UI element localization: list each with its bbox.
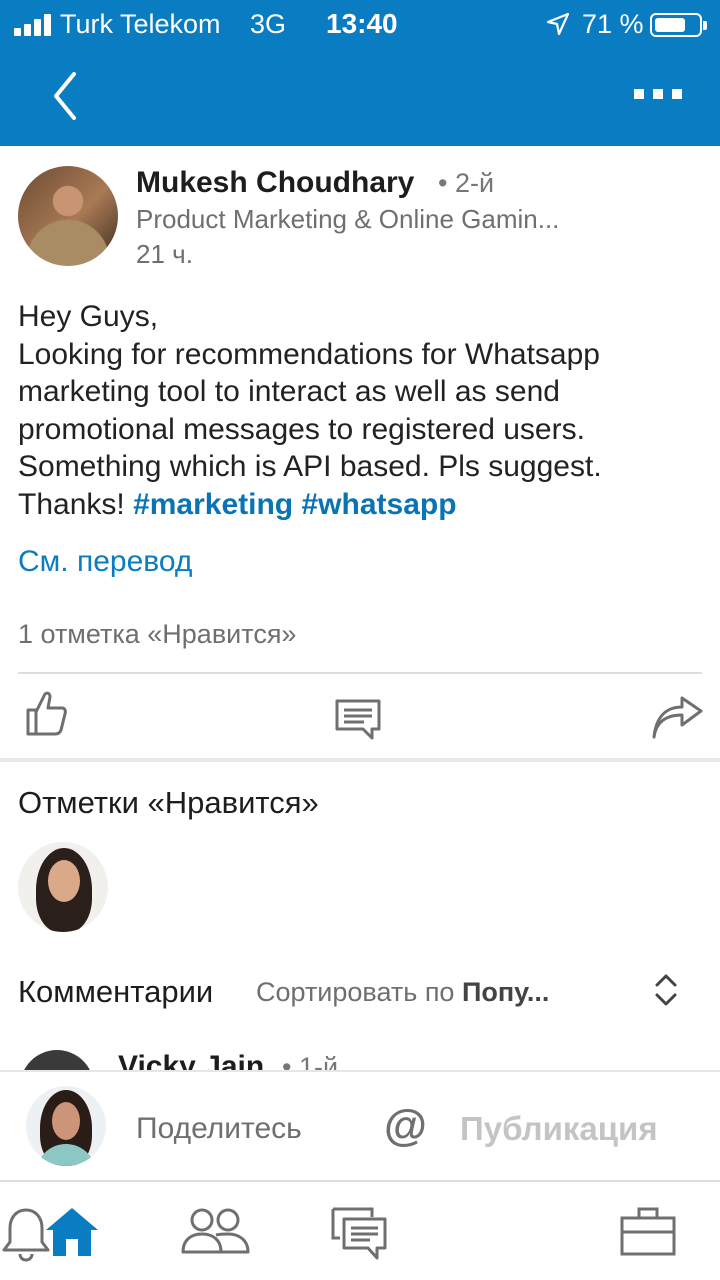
post-line: Looking for recommendations for Whatsapp — [18, 337, 600, 371]
clock: 13:40 — [326, 8, 398, 39]
commenter-name[interactable]: Vicky Jain — [118, 1050, 264, 1070]
commenter-degree: • 1-й — [282, 1052, 339, 1070]
post-line: promotional messages to registered users… — [18, 412, 585, 446]
network-icon — [181, 1208, 250, 1254]
share-icon — [652, 696, 703, 739]
more-button[interactable] — [628, 82, 688, 106]
sort-selector[interactable]: Сортировать по Попу... — [256, 977, 549, 1008]
notifications-icon — [2, 1208, 50, 1262]
publish-button[interactable]: Публикация — [460, 1110, 658, 1148]
like-button[interactable] — [22, 688, 68, 738]
signal-icon — [14, 14, 54, 36]
status-bar: Turk Telekom 3G 13:40 71 % — [0, 0, 720, 50]
divider — [18, 672, 702, 674]
commenter-avatar[interactable] — [20, 1050, 94, 1070]
author-name[interactable]: Mukesh Choudhary — [136, 166, 414, 200]
my-avatar — [26, 1086, 106, 1166]
connection-degree: • 2-й — [438, 168, 495, 198]
post-line: marketing tool to interact as well as se… — [18, 375, 560, 408]
battery-percent: 71 % — [582, 9, 644, 39]
likes-count[interactable]: 1 отметка «Нравится» — [18, 619, 296, 650]
top-bar: Turk Telekom 3G 13:40 71 % — [0, 0, 720, 146]
author-headline: Product Marketing & Online Gamin... — [136, 204, 560, 234]
share-button[interactable] — [650, 696, 704, 740]
jobs-icon — [620, 1207, 676, 1256]
network-type: 3G — [250, 9, 287, 39]
author-avatar[interactable] — [18, 166, 118, 266]
mention-button[interactable]: @ — [384, 1102, 427, 1150]
comment-item[interactable]: Vicky Jain • 1-й — [0, 1044, 720, 1070]
post-body: Hey Guys, Looking for recommendations fo… — [18, 298, 708, 523]
comment-button[interactable] — [334, 698, 382, 740]
location-arrow-icon — [546, 12, 570, 36]
bottom-tab-bar — [0, 1180, 720, 1280]
messages-icon — [331, 1207, 387, 1260]
hashtag-link[interactable]: #whatsapp — [301, 488, 456, 521]
comments-section-title: Комментарии — [18, 974, 214, 1009]
comment-input[interactable]: Поделитесь — [136, 1112, 302, 1146]
comment-composer: Поделитесь @ Публикация — [0, 1070, 720, 1180]
back-button[interactable] — [46, 68, 86, 124]
like-icon — [26, 691, 67, 736]
tab-network[interactable] — [180, 1206, 252, 1256]
comment-icon — [335, 699, 381, 740]
tab-messages[interactable] — [330, 1206, 388, 1260]
section-separator — [0, 758, 720, 762]
sort-prefix: Сортировать по — [256, 977, 462, 1007]
chevron-left-icon — [54, 72, 76, 120]
tab-jobs[interactable] — [620, 1206, 676, 1256]
hashtag-link[interactable]: #marketing — [133, 488, 293, 521]
post-line-last: Thanks! #marketing #whatsapp — [18, 486, 708, 524]
battery-icon — [650, 13, 707, 37]
see-translation-link[interactable]: См. перевод — [18, 545, 192, 579]
likes-section-title: Отметки «Нравится» — [18, 785, 319, 820]
post-line: Hey Guys, — [18, 300, 159, 333]
sort-chevron-icon[interactable] — [652, 970, 680, 1010]
post-line: Thanks! — [18, 487, 134, 521]
home-icon — [46, 1208, 98, 1256]
post-line: Something which is API based. Pls sugges… — [18, 450, 602, 483]
carrier-name: Turk Telekom — [60, 9, 221, 39]
post-timestamp: 21 ч. — [136, 239, 193, 269]
tab-home[interactable] — [44, 1206, 100, 1258]
sort-value: Попу... — [461, 977, 550, 1007]
liker-avatar[interactable] — [18, 842, 108, 932]
tab-notifications[interactable] — [0, 1206, 52, 1262]
